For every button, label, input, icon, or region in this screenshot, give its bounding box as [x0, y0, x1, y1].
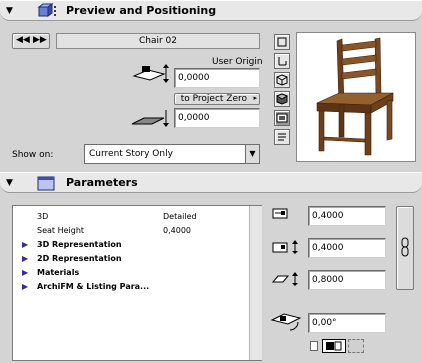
lock-proportions-button[interactable] — [396, 206, 414, 290]
param-name: Seat Height — [37, 226, 85, 235]
project-zero-value: 0,0000 — [178, 113, 210, 123]
size-y-input[interactable]: 0,4000 — [308, 238, 386, 258]
list-item[interactable]: Seat Height 0,4000 — [13, 224, 263, 238]
wireframe-cube-icon — [276, 74, 288, 86]
param-value: Detailed — [163, 212, 197, 221]
depth-y-icon — [272, 240, 298, 254]
favorites-nav-buttons: ◀◀ ▶▶ — [12, 33, 50, 49]
info-text-view-button[interactable] — [274, 129, 290, 145]
floor-plan-view-button[interactable] — [274, 34, 290, 50]
list-item[interactable]: ▶ ArchiFM & Listing Para... — [13, 280, 263, 294]
user-origin-elevation-input[interactable]: 0,0000 — [174, 68, 260, 88]
object-preview-window — [296, 32, 416, 162]
next-icon[interactable]: ▶▶ — [33, 35, 47, 45]
param-group-name: Materials — [37, 268, 80, 277]
list-item[interactable]: ▶ 3D Representation — [13, 238, 263, 252]
mirror-off-button[interactable] — [310, 341, 318, 351]
expand-triangle-icon[interactable]: ▶ — [22, 254, 28, 263]
preview-section-header[interactable]: ▼ Preview and Positioning — [0, 0, 422, 21]
section-view-button[interactable] — [274, 53, 290, 69]
chair-preview-image — [316, 37, 394, 156]
rendered-view-button[interactable] — [274, 110, 290, 126]
param-name: 3D — [37, 212, 49, 221]
collapse-triangle-icon[interactable]: ▼ — [6, 6, 13, 16]
height-z-icon — [272, 272, 298, 286]
project-zero-elevation-input[interactable]: 0,0000 — [174, 108, 260, 128]
list-item[interactable]: 3D Detailed — [13, 210, 263, 224]
chain-link-icon — [401, 237, 409, 257]
object-name-label: Chair 02 — [138, 36, 178, 46]
collapse-triangle-icon[interactable]: ▼ — [6, 178, 13, 188]
parameters-icon — [37, 176, 55, 191]
reference-level-popup[interactable]: to Project Zero ▸ — [174, 93, 260, 105]
width-x-icon — [272, 208, 288, 219]
param-group-name: 2D Representation — [37, 254, 122, 263]
vertical-scrollbar[interactable] — [249, 206, 262, 360]
section-icon — [278, 57, 287, 66]
object-name-field[interactable]: Chair 02 — [56, 33, 260, 49]
size-z-input[interactable]: 0,8000 — [308, 270, 386, 290]
show-on-value: Current Story Only — [89, 149, 173, 159]
chevron-down-icon[interactable]: ▼ — [245, 145, 259, 163]
rotation-angle-input[interactable]: 0,00° — [308, 313, 386, 333]
param-group-name: ArchiFM & Listing Para... — [37, 282, 150, 291]
rotation-angle-icon — [270, 313, 302, 331]
mirror-normal-button[interactable] — [322, 339, 346, 353]
plan-icon — [277, 37, 287, 47]
show-on-label: Show on: — [12, 150, 54, 160]
param-group-name: 3D Representation — [37, 240, 122, 249]
render-image-icon — [276, 113, 288, 123]
size-y-value: 0,4000 — [312, 243, 344, 253]
elevation-user-origin-icon — [132, 64, 169, 83]
param-value: 0,4000 — [163, 226, 191, 235]
popup-arrow-icon: ▸ — [253, 94, 257, 102]
project-zero-label: to Project Zero — [180, 94, 247, 104]
parameters-section-header[interactable]: ▼ Parameters — [0, 172, 422, 193]
show-on-dropdown[interactable]: Current Story Only ▼ — [84, 144, 260, 164]
user-origin-value: 0,0000 — [178, 73, 210, 83]
mirror-icon — [326, 341, 342, 351]
list-item[interactable]: ▶ 2D Representation — [13, 252, 263, 266]
elevation-project-zero-icon — [131, 110, 169, 127]
preview-section-title: Preview and Positioning — [66, 4, 217, 17]
user-origin-label: User Origin — [212, 57, 263, 67]
size-x-value: 0,4000 — [312, 211, 344, 221]
expand-triangle-icon[interactable]: ▶ — [22, 240, 28, 249]
preview-positioning-icon — [37, 3, 56, 17]
size-z-value: 0,8000 — [312, 275, 344, 285]
list-item[interactable]: ▶ Materials — [13, 266, 263, 280]
expand-triangle-icon[interactable]: ▶ — [22, 282, 28, 291]
shaded-3d-view-button[interactable] — [274, 91, 290, 107]
mirror-flipped-button[interactable] — [348, 339, 364, 353]
parameters-list[interactable]: 3D Detailed Seat Height 0,4000 ▶ 3D Repr… — [12, 205, 262, 361]
text-lines-icon — [278, 133, 286, 141]
shaded-cube-icon — [275, 93, 289, 105]
angle-value: 0,00° — [312, 318, 337, 328]
previous-icon[interactable]: ◀◀ — [16, 35, 30, 45]
size-x-input[interactable]: 0,4000 — [308, 206, 386, 226]
expand-triangle-icon[interactable]: ▶ — [22, 268, 28, 277]
parameters-section-title: Parameters — [66, 176, 138, 189]
wireframe-3d-view-button[interactable] — [274, 72, 290, 88]
